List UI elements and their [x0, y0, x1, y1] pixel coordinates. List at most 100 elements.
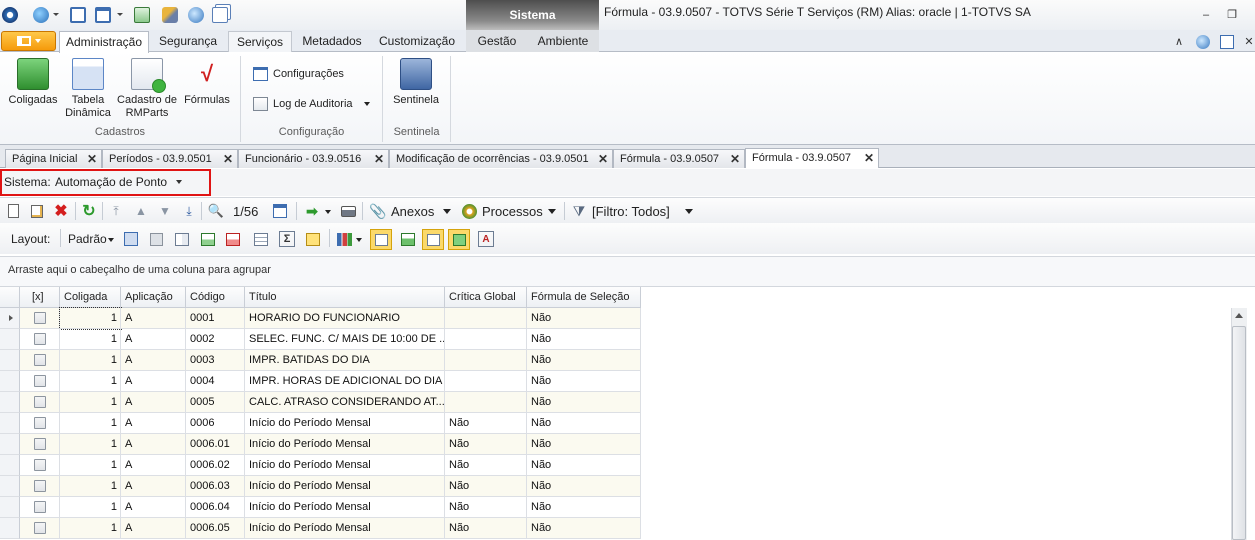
- cell-critica-global[interactable]: Não: [445, 518, 527, 539]
- table-row[interactable]: 1 A 0006 Início do Período Mensal Não Nã…: [0, 413, 641, 434]
- row-checkbox[interactable]: [34, 375, 46, 387]
- cell-aplicacao[interactable]: A: [121, 329, 186, 350]
- last-record-icon[interactable]: ⤓: [181, 203, 197, 219]
- scroll-up-icon[interactable]: [1235, 313, 1243, 318]
- column-header-critica-global[interactable]: Crítica Global: [445, 287, 527, 308]
- sum-icon[interactable]: Σ: [279, 231, 295, 247]
- table-row[interactable]: 1 A 0006.04 Início do Período Mensal Não…: [0, 497, 641, 518]
- sentinela-button[interactable]: Sentinela: [389, 58, 443, 107]
- new-record-icon[interactable]: [5, 203, 21, 219]
- globe-icon[interactable]: [188, 7, 204, 23]
- cell-critica-global[interactable]: Não: [445, 497, 527, 518]
- cell-formula-selecao[interactable]: Não: [527, 392, 641, 413]
- cell-titulo[interactable]: IMPR. BATIDAS DO DIA: [245, 350, 445, 371]
- previous-record-icon[interactable]: ▲: [133, 203, 149, 219]
- filtro-button[interactable]: [Filtro: Todos]: [592, 204, 670, 219]
- configuracoes-button[interactable]: Configurações: [253, 65, 344, 83]
- table-row[interactable]: 1 A 0002 SELEC. FUNC. C/ MAIS DE 10:00 D…: [0, 329, 641, 350]
- chevron-down-icon[interactable]: [53, 13, 59, 16]
- row-checkbox[interactable]: [34, 333, 46, 345]
- row-checkbox[interactable]: [34, 417, 46, 429]
- copy-icon[interactable]: [212, 7, 228, 23]
- next-record-icon[interactable]: ▼: [157, 203, 173, 219]
- table-row[interactable]: 1 A 0006.05 Início do Período Mensal Não…: [0, 518, 641, 539]
- column-header-formula-selecao[interactable]: Fórmula de Seleção: [527, 287, 641, 308]
- cell-codigo[interactable]: 0006.04: [186, 497, 245, 518]
- tab-seguranca[interactable]: Segurança: [152, 31, 224, 53]
- cell-aplicacao[interactable]: A: [121, 497, 186, 518]
- column-header-codigo[interactable]: Código: [186, 287, 245, 308]
- cell-formula-selecao[interactable]: Não: [527, 455, 641, 476]
- cell-aplicacao[interactable]: A: [121, 371, 186, 392]
- close-icon[interactable]: ✕: [730, 150, 740, 168]
- cell-formula-selecao[interactable]: Não: [527, 518, 641, 539]
- cell-titulo[interactable]: Início do Período Mensal: [245, 518, 445, 539]
- cell-codigo[interactable]: 0006: [186, 413, 245, 434]
- row-checkbox[interactable]: [34, 522, 46, 534]
- cell-formula-selecao[interactable]: Não: [527, 434, 641, 455]
- cell-critica-global[interactable]: [445, 371, 527, 392]
- doc-tab-pagina-inicial[interactable]: Página Inicial ✕: [5, 149, 102, 168]
- globe-add-icon[interactable]: [33, 7, 49, 23]
- chevron-down-icon[interactable]: [108, 238, 114, 242]
- cell-titulo[interactable]: CALC. ATRASO CONSIDERANDO AT...: [245, 392, 445, 413]
- log-auditoria-button[interactable]: Log de Auditoria: [253, 95, 370, 113]
- refresh-icon[interactable]: ↻: [81, 203, 97, 220]
- cell-critica-global[interactable]: Não: [445, 434, 527, 455]
- attachment-icon[interactable]: 📎: [369, 203, 386, 219]
- sort-icon[interactable]: [253, 231, 269, 247]
- cell-formula-selecao[interactable]: Não: [527, 476, 641, 497]
- table-row[interactable]: 1 A 0005 CALC. ATRASO CONSIDERANDO AT...…: [0, 392, 641, 413]
- row-checkbox[interactable]: [34, 501, 46, 513]
- row-checkbox[interactable]: [34, 312, 46, 324]
- collapse-ribbon-icon[interactable]: ∧: [1172, 35, 1186, 49]
- cell-coligada[interactable]: 1: [60, 329, 121, 350]
- close-icon[interactable]: ✕: [598, 150, 608, 168]
- export-icon[interactable]: [134, 7, 150, 23]
- cell-codigo[interactable]: 0004: [186, 371, 245, 392]
- cell-aplicacao[interactable]: A: [121, 392, 186, 413]
- cell-critica-global[interactable]: Não: [445, 476, 527, 497]
- row-checkbox[interactable]: [34, 480, 46, 492]
- tab-ambiente[interactable]: Ambiente: [530, 31, 596, 53]
- filter-icon[interactable]: ⧩: [571, 203, 587, 219]
- cell-titulo[interactable]: Início do Período Mensal: [245, 434, 445, 455]
- row-checkbox[interactable]: [34, 396, 46, 408]
- cell-formula-selecao[interactable]: Não: [527, 308, 641, 329]
- doc-tab-formula[interactable]: Fórmula - 03.9.0507 ✕: [613, 149, 745, 168]
- cell-aplicacao[interactable]: A: [121, 434, 186, 455]
- edit-record-icon[interactable]: [29, 203, 45, 219]
- minimize-icon[interactable]: ‒: [1199, 8, 1213, 22]
- column-header-select[interactable]: [x]: [20, 287, 60, 308]
- tab-gestao[interactable]: Gestão: [468, 31, 526, 53]
- layout-save-icon[interactable]: [123, 231, 139, 247]
- close-icon[interactable]: ✕: [223, 150, 233, 168]
- column-header-coligada[interactable]: Coligada: [60, 287, 121, 308]
- close-icon[interactable]: ✕: [374, 150, 384, 168]
- cell-aplicacao[interactable]: A: [121, 350, 186, 371]
- table-row[interactable]: 1 A 0001 HORARIO DO FUNCIONARIO Não: [0, 307, 641, 330]
- view-grid-toggle[interactable]: [370, 229, 392, 250]
- chevron-down-icon[interactable]: [685, 209, 693, 214]
- cell-coligada[interactable]: 1: [60, 413, 121, 434]
- cadastro-rmparts-button[interactable]: Cadastro de RMParts: [116, 58, 178, 120]
- cell-aplicacao[interactable]: A: [121, 518, 186, 539]
- cell-codigo[interactable]: 0006.02: [186, 455, 245, 476]
- cell-formula-selecao[interactable]: Não: [527, 497, 641, 518]
- cell-formula-selecao[interactable]: Não: [527, 371, 641, 392]
- tab-administracao[interactable]: Administração: [59, 31, 149, 53]
- cell-titulo[interactable]: HORARIO DO FUNCIONARIO: [245, 308, 445, 329]
- row-checkbox[interactable]: [34, 459, 46, 471]
- table-row[interactable]: 1 A 0006.02 Início do Período Mensal Não…: [0, 455, 641, 476]
- view-form-icon[interactable]: [400, 231, 416, 247]
- doc-tab-periodos[interactable]: Períodos - 03.9.0501 ✕: [102, 149, 238, 168]
- close-icon[interactable]: ✕: [87, 150, 97, 168]
- cell-titulo[interactable]: Início do Período Mensal: [245, 455, 445, 476]
- chevron-down-icon[interactable]: [325, 210, 331, 214]
- doc-tab-formula-active[interactable]: Fórmula - 03.9.0507 ✕: [745, 148, 879, 168]
- cell-codigo[interactable]: 0006.01: [186, 434, 245, 455]
- row-checkbox[interactable]: [34, 354, 46, 366]
- view-detail-toggle[interactable]: [422, 229, 444, 250]
- cell-coligada[interactable]: 1: [60, 392, 121, 413]
- export-icon[interactable]: ➡: [304, 203, 320, 219]
